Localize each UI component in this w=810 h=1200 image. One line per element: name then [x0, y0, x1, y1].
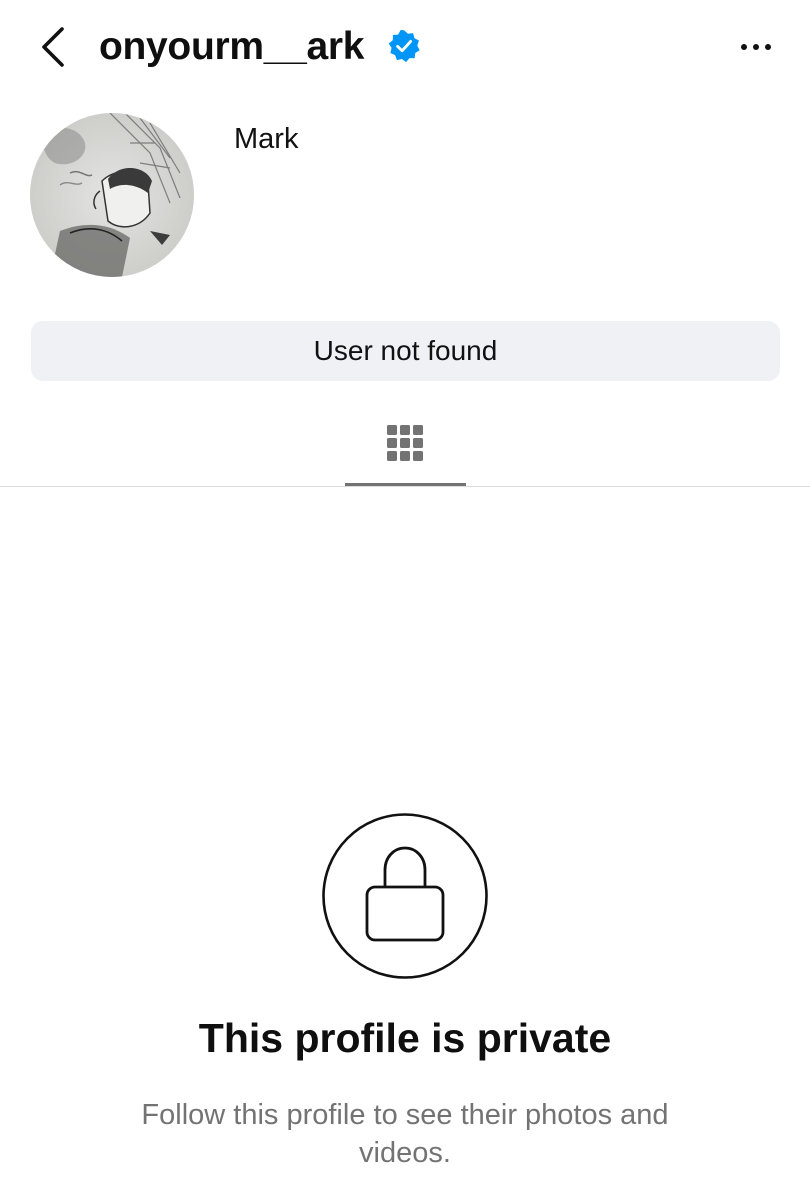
lock-icon [321, 812, 489, 980]
tab-grid-posts[interactable] [345, 410, 466, 488]
chevron-left-icon [42, 27, 64, 67]
private-profile-title: This profile is private [198, 1015, 612, 1061]
more-horizontal-icon [741, 44, 771, 50]
private-profile-subtitle: Follow this profile to see their photos … [141, 1099, 669, 1169]
verified-badge-icon [387, 29, 421, 63]
grid-icon [387, 425, 423, 461]
profile-header: onyourm__ark [0, 0, 810, 96]
profile-display-name: Mark [234, 123, 299, 155]
user-not-found-button[interactable]: User not found [31, 321, 780, 381]
back-button[interactable] [32, 22, 76, 72]
profile-username: onyourm__ark [99, 25, 365, 68]
more-options-button[interactable] [734, 30, 778, 64]
profile-avatar[interactable] [30, 113, 194, 277]
tab-divider [0, 486, 810, 487]
